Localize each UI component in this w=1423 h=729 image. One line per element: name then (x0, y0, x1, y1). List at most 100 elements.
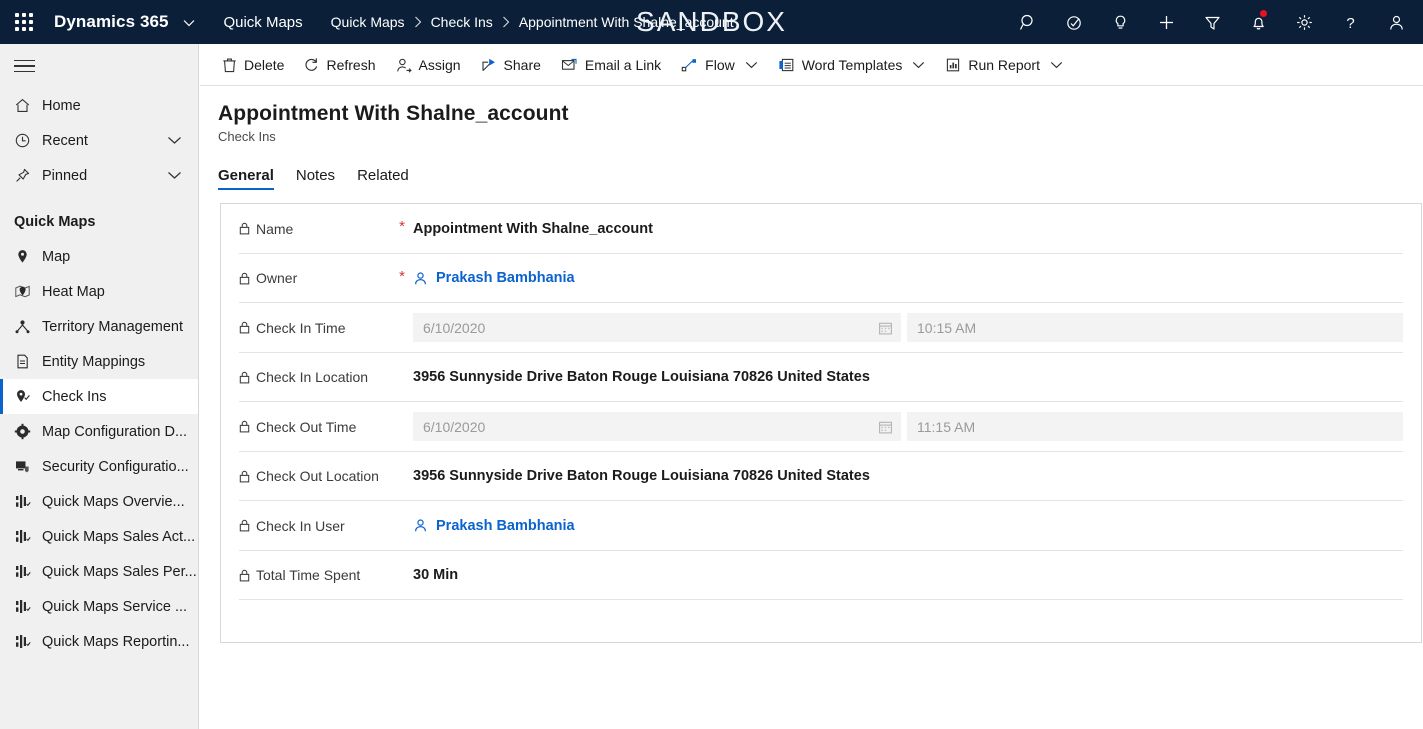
required-marker-none (391, 501, 413, 516)
chevron-down-icon[interactable] (745, 61, 758, 69)
sitemap-toggle-button[interactable] (0, 44, 198, 88)
tab-notes[interactable]: Notes (296, 167, 335, 190)
app-launcher-button[interactable] (0, 0, 48, 44)
sidebar-group-title: Quick Maps (14, 214, 96, 230)
field-label-text: Check In User (256, 517, 345, 534)
sidebar-item-map-configuration[interactable]: Map Configuration D... (0, 414, 198, 449)
form-row-owner: Owner * Prakash Bambhania (221, 254, 1421, 304)
brand-title[interactable]: Dynamics 365 (54, 12, 195, 32)
check-in-time-input[interactable]: 10:15 AM (907, 313, 1403, 343)
datetime-group-check-in: 6/10/2020 10:15 AM (413, 303, 1421, 353)
user-account-icon[interactable] (1373, 0, 1419, 44)
lightbulb-icon[interactable] (1097, 0, 1143, 44)
command-label: Assign (418, 56, 461, 73)
sidebar-item-recent[interactable]: Recent (0, 123, 198, 158)
command-label: Flow (705, 56, 735, 73)
sidebar-item-quick-maps-sales-activity[interactable]: Quick Maps Sales Act... (0, 519, 198, 554)
calendar-icon[interactable] (878, 419, 893, 434)
command-label: Share (503, 56, 541, 73)
date-value-text: 6/10/2020 (423, 418, 486, 435)
check-out-date-input[interactable]: 6/10/2020 (413, 412, 901, 442)
field-value-name[interactable]: Appointment With Shalne_account (413, 204, 1421, 254)
sidebar-item-pinned[interactable]: Pinned (0, 158, 198, 193)
refresh-button[interactable]: Refresh (294, 44, 385, 86)
gear-icon[interactable] (1281, 0, 1327, 44)
field-label-name: Name (221, 204, 391, 254)
territory-icon (14, 318, 42, 335)
sidebar-item-territory-management[interactable]: Territory Management (0, 309, 198, 344)
sidebar-item-quick-maps-reporting[interactable]: Quick Maps Reportin... (0, 624, 198, 659)
sidebar-item-label: Territory Management (42, 318, 184, 335)
datetime-group-check-out: 6/10/2020 11:15 AM (413, 402, 1421, 452)
chevron-down-icon[interactable] (1050, 61, 1063, 69)
sidebar-item-map[interactable]: Map (0, 239, 198, 274)
form-tab-list: General Notes Related (200, 159, 1423, 190)
run-report-icon (945, 57, 961, 73)
search-icon[interactable] (1005, 0, 1051, 44)
command-label: Refresh (326, 56, 376, 73)
email-a-link-button[interactable]: Email a Link (551, 44, 671, 86)
share-icon (481, 57, 497, 73)
sidebar-item-security-configuration[interactable]: Security Configuratio... (0, 449, 198, 484)
dashboard-icon (14, 563, 42, 580)
field-value-owner[interactable]: Prakash Bambhania (413, 254, 1421, 304)
sidebar-item-quick-maps-sales-performance[interactable]: Quick Maps Sales Per... (0, 554, 198, 589)
lock-icon (239, 321, 250, 334)
date-value-text: 6/10/2020 (423, 319, 486, 336)
check-out-time-input[interactable]: 11:15 AM (907, 412, 1403, 442)
person-icon (413, 518, 428, 533)
delete-button[interactable]: Delete (212, 44, 294, 86)
help-icon[interactable]: ? (1327, 0, 1373, 44)
app-name-label[interactable]: Quick Maps (223, 14, 302, 31)
sidebar-item-label: Heat Map (42, 283, 105, 300)
field-value-check-out-location[interactable]: 3956 Sunnyside Drive Baton Rouge Louisia… (413, 452, 1421, 502)
flow-button[interactable]: Flow (671, 44, 768, 86)
plus-icon[interactable] (1143, 0, 1189, 44)
chevron-down-icon[interactable] (167, 136, 182, 145)
assign-button[interactable]: Assign (386, 44, 471, 86)
chevron-down-icon[interactable] (912, 61, 925, 69)
heat-map-icon (14, 283, 42, 300)
check-in-pin-icon (14, 388, 42, 405)
run-report-button[interactable]: Run Report (935, 44, 1073, 86)
tab-related[interactable]: Related (357, 167, 409, 190)
breadcrumb-item-1[interactable]: Check Ins (431, 14, 493, 30)
sidebar-item-quick-maps-overview[interactable]: Quick Maps Overvie... (0, 484, 198, 519)
field-value-total-time-spent[interactable]: 30 Min (413, 551, 1421, 601)
svg-text:?: ? (1346, 15, 1354, 32)
form-header: Appointment With Shalne_account Check In… (200, 86, 1423, 144)
notification-bell-icon[interactable] (1235, 0, 1281, 44)
sidebar-navigation: Home Recent Pinned Quick Maps Map Heat M… (0, 44, 199, 729)
trash-icon (222, 57, 237, 73)
lock-icon (239, 519, 250, 532)
share-button[interactable]: Share (471, 44, 551, 86)
sidebar-item-check-ins[interactable]: Check Ins (0, 379, 198, 414)
command-label: Run Report (968, 56, 1040, 73)
filter-icon[interactable] (1189, 0, 1235, 44)
field-value-check-in-user[interactable]: Prakash Bambhania (413, 501, 1421, 551)
breadcrumb-item-0[interactable]: Quick Maps (331, 14, 405, 30)
page-title: Appointment With Shalne_account (218, 102, 569, 125)
form-row-check-in-time: Check In Time 6/10/2020 10:15 AM (221, 303, 1421, 353)
required-marker-name: * (399, 218, 405, 235)
time-value-text: 11:15 AM (917, 418, 976, 435)
command-label: Delete (244, 56, 285, 73)
lock-icon (239, 371, 250, 384)
calendar-icon[interactable] (878, 320, 893, 335)
form-row-total-time-spent: Total Time Spent 30 Min (221, 551, 1421, 601)
assign-user-icon (396, 57, 412, 73)
map-pin-icon (14, 248, 42, 265)
sidebar-item-home[interactable]: Home (0, 88, 198, 123)
sidebar-item-quick-maps-service[interactable]: Quick Maps Service ... (0, 589, 198, 624)
diagnostics-icon[interactable] (1051, 0, 1097, 44)
tab-general[interactable]: General (218, 167, 274, 190)
dashboard-icon (14, 598, 42, 615)
clock-icon (14, 132, 42, 149)
check-in-date-input[interactable]: 6/10/2020 (413, 313, 901, 343)
chevron-down-icon[interactable] (167, 171, 182, 180)
field-value-check-in-location[interactable]: 3956 Sunnyside Drive Baton Rouge Louisia… (413, 353, 1421, 403)
required-marker-owner: * (399, 267, 405, 285)
word-templates-button[interactable]: Word Templates (768, 44, 936, 86)
sidebar-item-heat-map[interactable]: Heat Map (0, 274, 198, 309)
sidebar-item-entity-mappings[interactable]: Entity Mappings (0, 344, 198, 379)
